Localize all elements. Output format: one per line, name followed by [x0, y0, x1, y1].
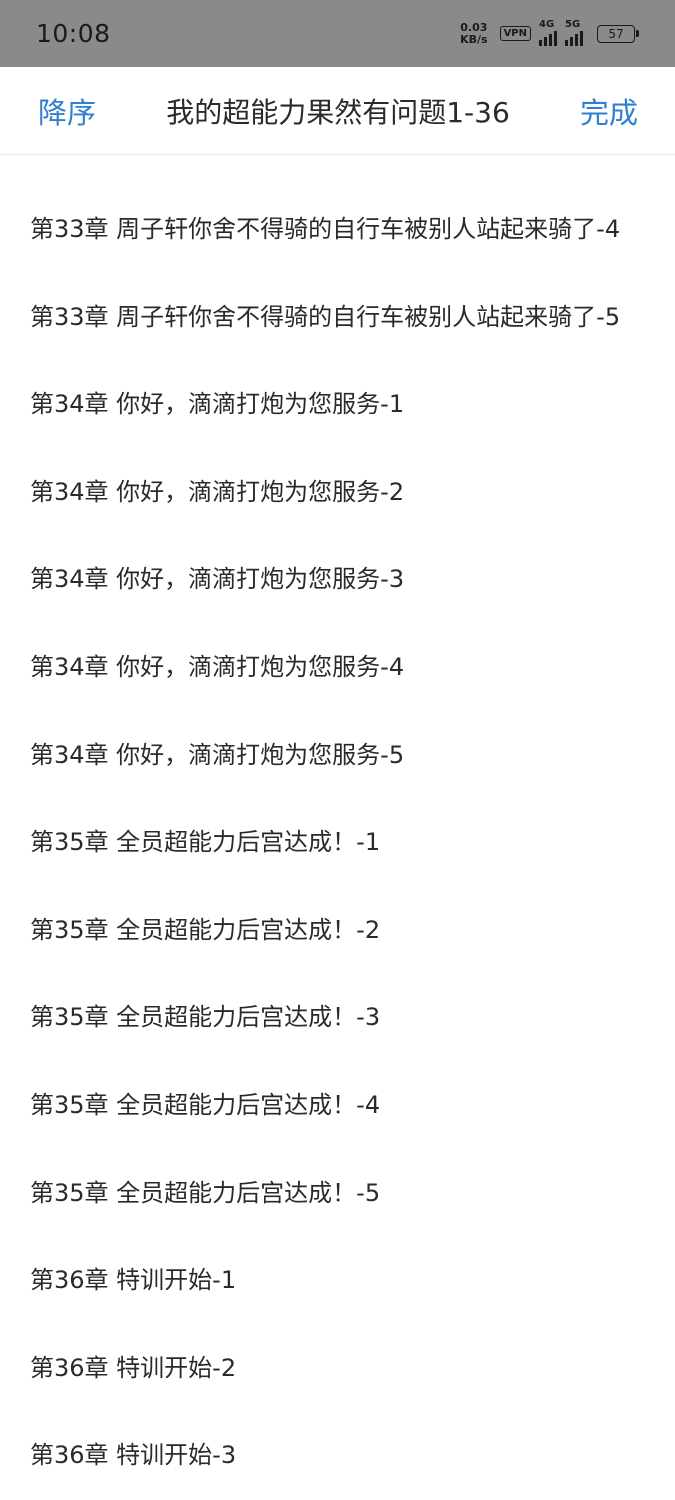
- chapter-item[interactable]: 第33章 周子轩你舍不得骑的自行车被别人站起来骑了-5: [0, 274, 675, 362]
- chapter-item[interactable]: 第35章 全员超能力后宫达成！-5: [0, 1150, 675, 1238]
- status-bar: 10:08 0.03 KB/s VPN 4G 5G 57: [0, 0, 675, 67]
- network-speed-value: 0.03: [460, 20, 488, 34]
- chapter-item[interactable]: 第34章 你好，滴滴打炮为您服务-2: [0, 449, 675, 537]
- chapter-item[interactable]: 第35章 全员超能力后宫达成！-2: [0, 887, 675, 975]
- chapter-list: 第33章 周子轩你舍不得骑的自行车被别人站起来骑了-4 第33章 周子轩你舍不得…: [0, 186, 675, 1500]
- battery-icon: 57: [597, 24, 639, 43]
- catalog-header: 降序 我的超能力果然有问题1-36 完成: [0, 67, 675, 155]
- vpn-icon: VPN: [499, 26, 531, 41]
- status-time: 10:08: [36, 19, 111, 48]
- chapter-item[interactable]: 第34章 你好，滴滴打炮为您服务-3: [0, 536, 675, 624]
- chapter-item[interactable]: 第34章 你好，滴滴打炮为您服务-1: [0, 361, 675, 449]
- chapter-item[interactable]: 第35章 全员超能力后宫达成！-1: [0, 799, 675, 887]
- status-icons: 0.03 KB/s VPN 4G 5G 57: [460, 19, 639, 46]
- chapter-item[interactable]: 第36章 特训开始-3: [0, 1412, 675, 1500]
- battery-level: 57: [597, 24, 635, 43]
- chapter-item[interactable]: 第36章 特训开始-1: [0, 1237, 675, 1325]
- signal-4g-label: 4G: [539, 19, 555, 30]
- network-speed: 0.03 KB/s: [460, 20, 488, 46]
- signal-5g-icon: 5G: [565, 19, 583, 46]
- signal-4g-icon: 4G: [539, 19, 557, 46]
- signal-5g-label: 5G: [565, 19, 581, 30]
- page-title: 我的超能力果然有问题1-36: [166, 95, 510, 129]
- chapter-item[interactable]: 第35章 全员超能力后宫达成！-3: [0, 974, 675, 1062]
- chapter-item[interactable]: 第33章 周子轩你舍不得骑的自行车被别人站起来骑了-4: [0, 186, 675, 274]
- chapter-item[interactable]: 第36章 特训开始-2: [0, 1325, 675, 1413]
- network-speed-unit: KB/s: [460, 32, 488, 46]
- sort-order-button[interactable]: 降序: [38, 90, 96, 132]
- chapter-item[interactable]: 第35章 全员超能力后宫达成！-4: [0, 1062, 675, 1150]
- chapter-item[interactable]: 第34章 你好，滴滴打炮为您服务-5: [0, 712, 675, 800]
- done-button[interactable]: 完成: [580, 90, 638, 132]
- chapter-item[interactable]: 第34章 你好，滴滴打炮为您服务-4: [0, 624, 675, 712]
